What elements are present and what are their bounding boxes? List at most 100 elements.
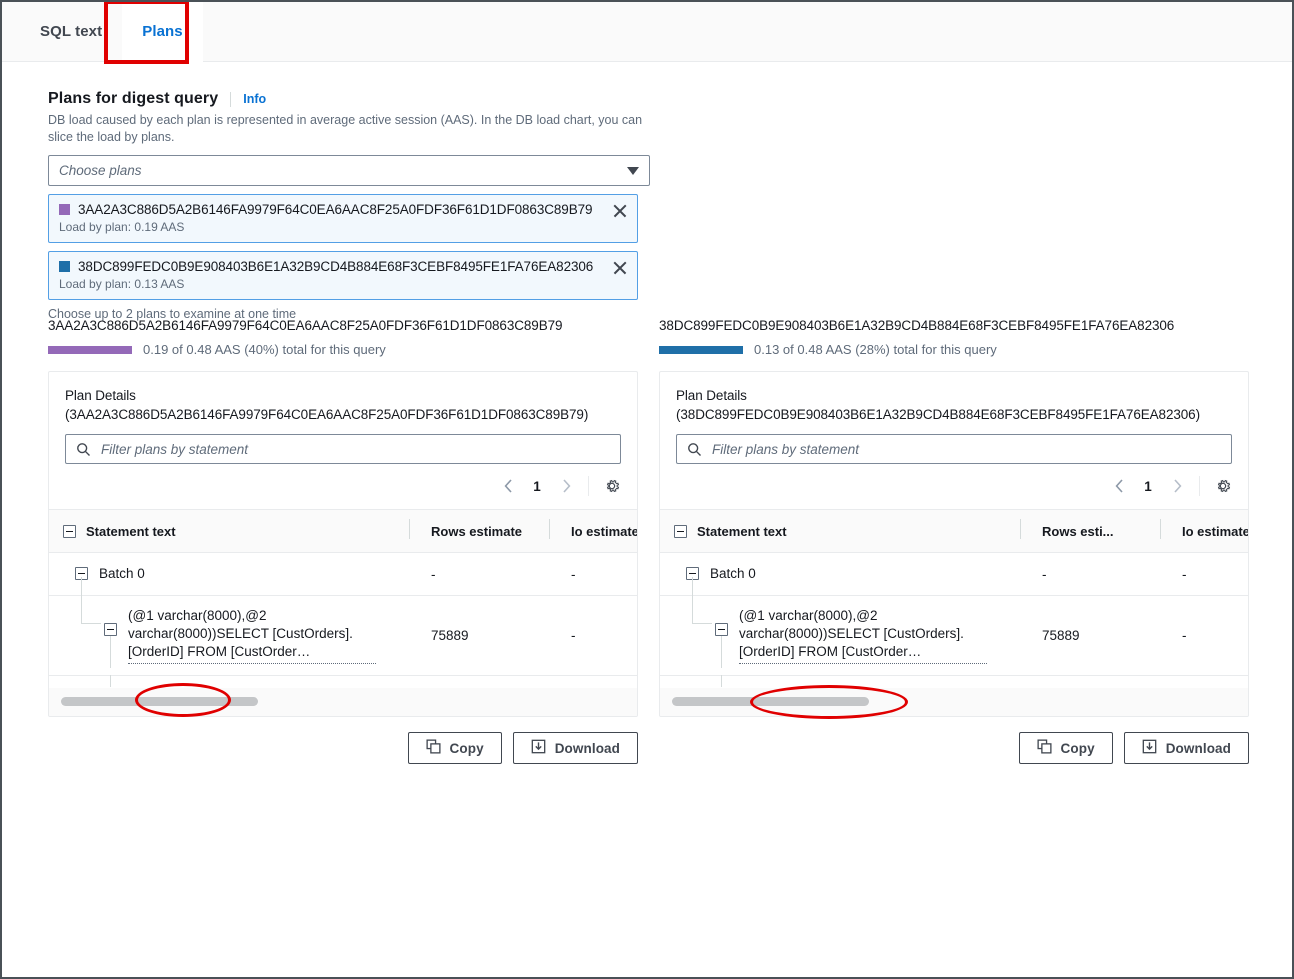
statement-text: Batch 0 — [710, 565, 756, 583]
collapse-all-toggle[interactable] — [674, 525, 687, 538]
cell-statement: Batch 0 — [660, 553, 1020, 596]
cell-statement: Batch 0 — [49, 553, 409, 596]
close-icon[interactable] — [611, 202, 629, 220]
plan-color-swatch — [59, 261, 70, 272]
cell-io-estimate: 0.186088 — [1160, 676, 1248, 687]
tree-connector — [721, 675, 722, 687]
page-number[interactable]: 1 — [524, 472, 550, 500]
info-link[interactable]: Info — [243, 92, 266, 106]
scrollbar-thumb[interactable] — [61, 697, 258, 706]
download-button[interactable]: Download — [513, 732, 638, 764]
plan-panel-right: 38DC899FEDC0B9E908403B6E1A32B9CD4B884E68… — [659, 318, 1249, 764]
copy-icon — [426, 739, 441, 757]
plan-statements-table: Statement text Rows estimate Io estimate — [49, 510, 637, 687]
chevron-right-icon[interactable] — [552, 472, 580, 500]
tab-plans-label: Plans — [142, 23, 183, 40]
download-icon — [531, 739, 546, 757]
table-row[interactable]: Batch 0 - - — [660, 553, 1248, 596]
horizontal-scrollbar[interactable] — [660, 687, 1248, 716]
tree-connector — [721, 636, 722, 668]
statement-text: (@1 varchar(8000),@2 varchar(8000))SELEC… — [739, 607, 987, 664]
table-row[interactable]: Table Scan 75889 0.329129 — [49, 676, 637, 687]
divider — [230, 92, 231, 107]
table-header-row: Statement text Rows esti... Io estimate — [660, 510, 1248, 553]
plan-details-card: Plan Details (3AA2A3C886D5A2B6146FA9979F… — [48, 371, 638, 717]
plan-load-text: 0.13 of 0.48 AAS (28%) total for this qu… — [754, 342, 997, 357]
column-header-rows[interactable]: Rows esti... — [1020, 510, 1160, 553]
search-icon — [76, 442, 92, 457]
statement-text: Batch 0 — [99, 565, 145, 583]
plan-load-summary: 0.19 of 0.48 AAS (40%) total for this qu… — [48, 342, 638, 357]
filter-plans-input[interactable]: Filter plans by statement — [676, 434, 1232, 464]
table-header-row: Statement text Rows estimate Io estimate — [49, 510, 637, 553]
tree-connector — [81, 623, 101, 624]
gear-icon[interactable] — [1210, 473, 1236, 499]
copy-button[interactable]: Copy — [1019, 732, 1113, 764]
tab-sql-text[interactable]: SQL text — [20, 2, 122, 62]
token-row: 38DC899FEDC0B9E908403B6E1A32B9CD4B884E68… — [59, 259, 627, 274]
page-number[interactable]: 1 — [1135, 472, 1161, 500]
column-header-label: Statement text — [697, 524, 787, 539]
cell-statement: Table Scan — [49, 676, 409, 687]
column-header-statement[interactable]: Statement text — [660, 510, 1020, 553]
plan-details-subtitle: (3AA2A3C886D5A2B6146FA9979F64C0EA6AAC8F2… — [65, 405, 621, 424]
filter-row: Filter plans by statement — [660, 424, 1248, 464]
selected-plan-token[interactable]: 3AA2A3C886D5A2B6146FA9979F64C0EA6AAC8F25… — [48, 194, 638, 243]
selected-plan-token[interactable]: 38DC899FEDC0B9E908403B6E1A32B9CD4B884E68… — [48, 251, 638, 300]
chevron-down-icon — [627, 167, 639, 175]
download-button[interactable]: Download — [1124, 732, 1249, 764]
table-row[interactable]: Batch 0 - - — [49, 553, 637, 596]
tab-plans[interactable]: Plans — [122, 2, 203, 62]
scrollbar-track[interactable] — [61, 697, 625, 706]
column-header-label: Rows esti... — [1042, 524, 1114, 539]
tree-connector — [692, 623, 712, 624]
close-icon[interactable] — [611, 259, 629, 277]
plan-load-summary: 0.13 of 0.48 AAS (28%) total for this qu… — [659, 342, 1249, 357]
table-row[interactable]: (@1 varchar(8000),@2 varchar(8000))SELEC… — [49, 596, 637, 676]
copy-button[interactable]: Copy — [408, 732, 502, 764]
column-header-label: Rows estimate — [431, 524, 522, 539]
table-row[interactable]: (@1 varchar(8000),@2 varchar(8000))SELEC… — [660, 596, 1248, 676]
search-icon — [687, 442, 703, 457]
token-row: 3AA2A3C886D5A2B6146FA9979F64C0EA6AAC8F25… — [59, 202, 627, 217]
token-label: 38DC899FEDC0B9E908403B6E1A32B9CD4B884E68… — [78, 259, 593, 274]
plan-details-title: Plan Details — [65, 388, 136, 403]
collapse-all-toggle[interactable] — [63, 525, 76, 538]
column-header-label: Io estimate — [571, 524, 637, 539]
download-icon — [1142, 739, 1157, 757]
row-expand-toggle[interactable] — [104, 623, 117, 636]
token-sublabel: Load by plan: 0.19 AAS — [59, 220, 627, 234]
plans-multiselect-placeholder: Choose plans — [59, 163, 627, 178]
column-header-statement[interactable]: Statement text — [49, 510, 409, 553]
tree-connector — [110, 675, 111, 687]
scrollbar-track[interactable] — [672, 697, 1236, 706]
cell-io-estimate: - — [1160, 553, 1248, 596]
plans-multiselect[interactable]: Choose plans — [48, 155, 650, 186]
row-expand-toggle[interactable] — [715, 623, 728, 636]
horizontal-scrollbar[interactable] — [49, 687, 637, 716]
plan-panel-left: 3AA2A3C886D5A2B6146FA9979F64C0EA6AAC8F25… — [48, 318, 638, 764]
cell-rows-estimate: 75889 — [409, 676, 549, 687]
plan-actions-left: Copy Download — [48, 732, 638, 764]
section-header: Plans for digest query Info — [48, 90, 1268, 108]
column-header-io[interactable]: Io estimate — [1160, 510, 1248, 553]
chevron-left-icon[interactable] — [494, 472, 522, 500]
cell-io-estimate: - — [549, 596, 637, 676]
cell-statement: (@1 varchar(8000),@2 varchar(8000))SELEC… — [49, 596, 409, 676]
gear-icon[interactable] — [599, 473, 625, 499]
filter-row: Filter plans by statement — [49, 424, 637, 464]
token-sublabel: Load by plan: 0.13 AAS — [59, 277, 627, 291]
plans-content: Plans for digest query Info DB load caus… — [2, 62, 1292, 321]
plan-color-swatch — [59, 204, 70, 215]
filter-plans-input[interactable]: Filter plans by statement — [65, 434, 621, 464]
chevron-left-icon[interactable] — [1105, 472, 1133, 500]
column-header-io[interactable]: Io estimate — [549, 510, 637, 553]
cell-rows-estimate: 75889 — [409, 596, 549, 676]
download-button-label: Download — [1166, 741, 1231, 756]
plan-table-scroll-area: Statement text Rows estimate Io estimate — [49, 509, 637, 687]
scrollbar-thumb[interactable] — [672, 697, 869, 706]
table-row[interactable]: Clustered Index Scan 75889 0.186088 — [660, 676, 1248, 687]
chevron-right-icon[interactable] — [1163, 472, 1191, 500]
cell-statement: Clustered Index Scan — [660, 676, 1020, 687]
column-header-rows[interactable]: Rows estimate — [409, 510, 549, 553]
